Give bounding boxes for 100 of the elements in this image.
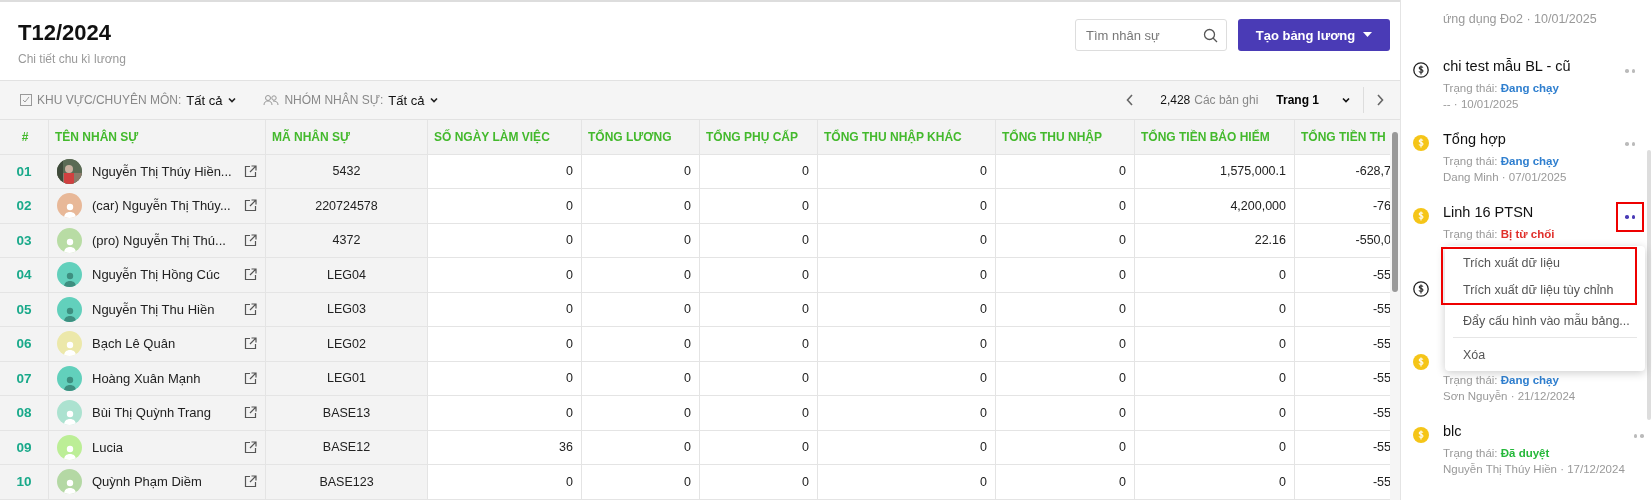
amount-cell: 0	[802, 267, 809, 282]
row-number: 02	[16, 198, 32, 214]
open-link-icon[interactable]	[244, 371, 257, 385]
chevron-down-icon	[227, 95, 238, 105]
amount-cell: 0	[566, 302, 573, 317]
column-header: TÊN NHÂN SỰ	[49, 120, 266, 155]
filter-dropdown[interactable]: KHU VỰC/CHUYÊN MÔN: Tất cả	[20, 92, 238, 108]
cycle-title[interactable]: blc	[1443, 423, 1625, 443]
page-title: T12/2024	[18, 20, 112, 46]
employee-name: Nguyễn Thị Hồng Cúc	[92, 267, 221, 283]
open-link-icon[interactable]	[244, 199, 257, 213]
menu-item[interactable]: Trích xuất dữ liệu tùy chỉnh	[1443, 276, 1635, 303]
employee-name: Bạch Lê Quân	[92, 336, 177, 352]
open-link-icon[interactable]	[244, 475, 257, 489]
employee-code: BASE13	[322, 405, 371, 420]
cycle-title[interactable]: Linh 16 PTSN	[1443, 204, 1616, 224]
scrollbar-thumb[interactable]	[1392, 132, 1398, 292]
amount-cell: 4,200,000	[1230, 198, 1286, 213]
amount-cell: 0	[1279, 302, 1286, 317]
employee-name: Quỳnh Phạm Diềm	[92, 474, 203, 490]
amount-cell: 0	[684, 440, 691, 455]
open-link-icon[interactable]	[244, 233, 257, 247]
cycle-title[interactable]: chi test mẫu BL - cũ	[1443, 58, 1616, 78]
amount-cell: 0	[980, 474, 987, 489]
employee-code: LEG04	[327, 267, 366, 282]
amount-cell: 0	[1279, 440, 1286, 455]
people-icon	[263, 94, 280, 106]
search-field[interactable]: Tìm nhân sự	[1075, 19, 1227, 51]
create-payroll-button[interactable]: Tạo bảng lương	[1238, 19, 1390, 51]
amount-cell: 0	[980, 405, 987, 420]
open-link-icon[interactable]	[244, 440, 257, 454]
page-subtitle: Chi tiết chu kì lương	[18, 52, 126, 66]
amount-cell: 0	[1119, 371, 1126, 386]
employee-name: Hoàng Xuân Mạnh	[92, 370, 202, 386]
menu-item[interactable]: Trích xuất dữ liệu	[1443, 249, 1635, 276]
amount-cell: 0	[684, 405, 691, 420]
employee-code: 5432	[332, 164, 361, 179]
open-link-icon[interactable]	[244, 164, 257, 178]
amount-cell: 0	[980, 198, 987, 213]
amount-cell: -55	[1372, 302, 1390, 317]
amount-cell: 0	[566, 405, 573, 420]
amount-cell: 0	[1119, 233, 1126, 248]
menu-item[interactable]: Xóa	[1443, 341, 1635, 368]
open-link-icon[interactable]	[244, 406, 257, 420]
amount-cell: 0	[980, 336, 987, 351]
amount-cell: 0	[684, 336, 691, 351]
row-number: 09	[16, 439, 32, 455]
amount-cell: 0	[1119, 198, 1126, 213]
amount-cell: 0	[684, 302, 691, 317]
row-number: 04	[16, 267, 32, 283]
checkbox-icon	[20, 94, 32, 106]
amount-cell: 0	[802, 371, 809, 386]
amount-cell: 0	[802, 198, 809, 213]
amount-cell: 0	[1119, 336, 1126, 351]
amount-cell: 0	[566, 474, 573, 489]
filter-dropdown[interactable]: NHÓM NHÂN SỰ: Tất cả	[263, 92, 440, 108]
open-link-icon[interactable]	[244, 302, 257, 316]
open-link-icon[interactable]	[244, 337, 257, 351]
row-number: 06	[16, 336, 32, 352]
open-link-icon[interactable]	[244, 268, 257, 282]
amount-cell: 0	[1279, 474, 1286, 489]
page-select[interactable]: Trang 1	[1276, 87, 1364, 113]
amount-cell: -55	[1372, 267, 1390, 282]
chevron-down-icon	[1341, 95, 1351, 105]
amount-cell: 0	[1119, 405, 1126, 420]
coin-icon	[1413, 135, 1429, 151]
employee-code: BASE123	[319, 474, 374, 489]
amount-cell: 0	[684, 267, 691, 282]
amount-cell: 0	[1279, 267, 1286, 282]
amount-cell: 0	[1279, 371, 1286, 386]
amount-cell: 0	[802, 164, 809, 179]
scrollbar-thumb[interactable]	[1647, 150, 1651, 420]
cycle-status: Trạng thái: Đang chạy	[1443, 155, 1560, 167]
amount-cell: 0	[802, 440, 809, 455]
amount-cell: 22.16	[1254, 233, 1286, 248]
cycle-meta: Sơn Nguyễn · 21/12/2024	[1443, 390, 1577, 402]
amount-cell: 0	[980, 371, 987, 386]
amount-cell: 0	[980, 267, 987, 282]
amount-cell: 0	[1279, 336, 1286, 351]
row-number: 07	[16, 370, 32, 386]
amount-cell: -55	[1372, 440, 1390, 455]
column-header: SỐ NGÀY LÀM VIỆC	[428, 120, 582, 155]
column-header: TỔNG PHỤ CẤP	[700, 120, 818, 155]
chevron-down-icon	[429, 95, 440, 105]
amount-cell: 0	[566, 233, 573, 248]
coin-icon	[1413, 354, 1429, 370]
coin-icon	[1413, 427, 1429, 443]
amount-cell: 0	[980, 233, 987, 248]
amount-cell: 0	[1119, 474, 1126, 489]
column-header: TỔNG THU NHẬP KHÁC	[818, 120, 996, 155]
amount-cell: -550,0	[1355, 233, 1390, 248]
amount-cell: 1,575,000.1	[1219, 164, 1286, 179]
amount-cell: -76	[1372, 198, 1390, 213]
amount-cell: 0	[980, 164, 987, 179]
row-number: 01	[16, 163, 32, 179]
amount-cell: 0	[802, 474, 809, 489]
more-button[interactable]	[1616, 202, 1644, 232]
menu-item[interactable]: Đẩy cấu hình vào mẫu bảng...	[1443, 307, 1635, 334]
cycle-title[interactable]: Tổng hợp	[1443, 131, 1616, 151]
amount-cell: -55	[1372, 371, 1390, 386]
